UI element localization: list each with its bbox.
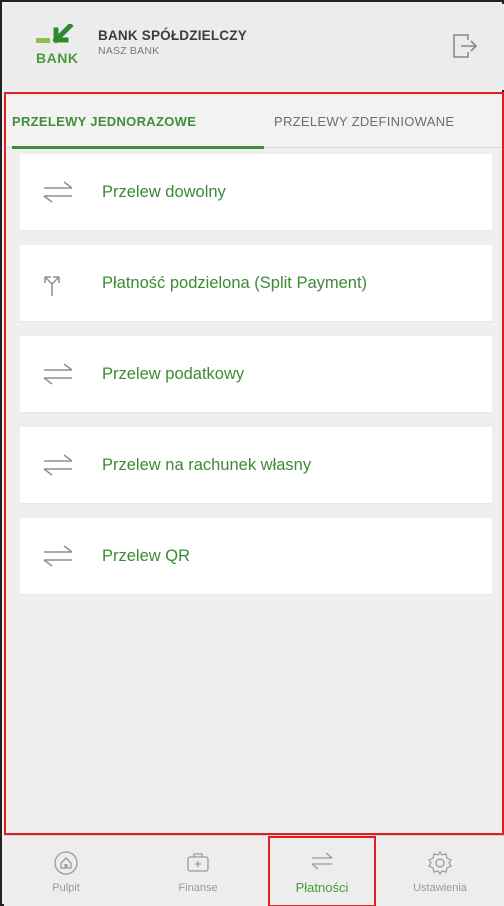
gear-icon xyxy=(428,850,452,875)
nav-item-ustawienia[interactable]: Ustawienia xyxy=(376,836,504,906)
tab-one-time-transfers[interactable]: PRZELEWY JEDNORAZOWE xyxy=(12,94,264,149)
nav-label: Finanse xyxy=(178,881,218,894)
list-item-przelew-wlasny[interactable]: Przelew na rachunek własny xyxy=(20,427,492,503)
bank-subtitle: NASZ BANK xyxy=(98,45,160,57)
nav-item-pulpit[interactable]: Pulpit xyxy=(4,836,128,906)
transfer-options-list: Przelew dowolny Płatność podzielona (Spl… xyxy=(20,154,492,609)
app-frame: BANK BANK SPÓŁDZIELCZY NASZ BANK PRZELEW… xyxy=(0,0,504,906)
nav-label: Ustawienia xyxy=(413,881,467,894)
list-item-label: Przelew QR xyxy=(102,546,191,565)
nav-label: Płatności xyxy=(295,880,349,895)
transfer-arrows-icon xyxy=(43,545,73,567)
payments-content: PRZELEWY JEDNORAZOWE PRZELEWY ZDEFINIOWA… xyxy=(4,92,504,835)
logout-icon xyxy=(453,34,478,58)
transfer-arrows-icon xyxy=(311,852,333,870)
app-header: BANK BANK SPÓŁDZIELCZY NASZ BANK xyxy=(4,4,504,90)
list-item-label: Przelew podatkowy xyxy=(102,364,245,383)
transfer-arrows-icon xyxy=(43,363,73,385)
list-item-label: Płatność podzielona (Split Payment) xyxy=(102,273,368,292)
list-item-label: Przelew dowolny xyxy=(102,182,226,201)
logo-text: BANK xyxy=(36,50,79,66)
wallet-icon xyxy=(187,852,209,872)
list-item-split-payment[interactable]: Płatność podzielona (Split Payment) xyxy=(20,245,492,321)
transfer-arrows-icon xyxy=(43,454,73,476)
logo-arrow-icon xyxy=(36,22,74,44)
bank-name: BANK SPÓŁDZIELCZY xyxy=(98,28,247,43)
list-item-przelew-qr[interactable]: Przelew QR xyxy=(20,518,492,594)
tab-bar: PRZELEWY JEDNORAZOWE PRZELEWY ZDEFINIOWA… xyxy=(6,94,502,149)
nav-item-platnosci[interactable]: Płatności xyxy=(268,836,376,906)
nav-item-finanse[interactable]: Finanse xyxy=(128,836,268,906)
split-payment-icon xyxy=(44,276,60,296)
list-item-przelew-podatkowy[interactable]: Przelew podatkowy xyxy=(20,336,492,412)
home-icon xyxy=(54,850,78,875)
transfer-arrows-icon xyxy=(43,181,73,203)
tab-defined-transfers[interactable]: PRZELEWY ZDEFINIOWANE xyxy=(274,94,502,148)
logout-button[interactable] xyxy=(442,26,486,66)
list-item-przelew-dowolny[interactable]: Przelew dowolny xyxy=(20,154,492,230)
bank-logo: BANK xyxy=(34,22,90,70)
bottom-navigation: Pulpit Finanse Płatności Ustawienia xyxy=(4,835,504,906)
list-item-label: Przelew na rachunek własny xyxy=(102,455,312,474)
nav-label: Pulpit xyxy=(52,881,80,894)
